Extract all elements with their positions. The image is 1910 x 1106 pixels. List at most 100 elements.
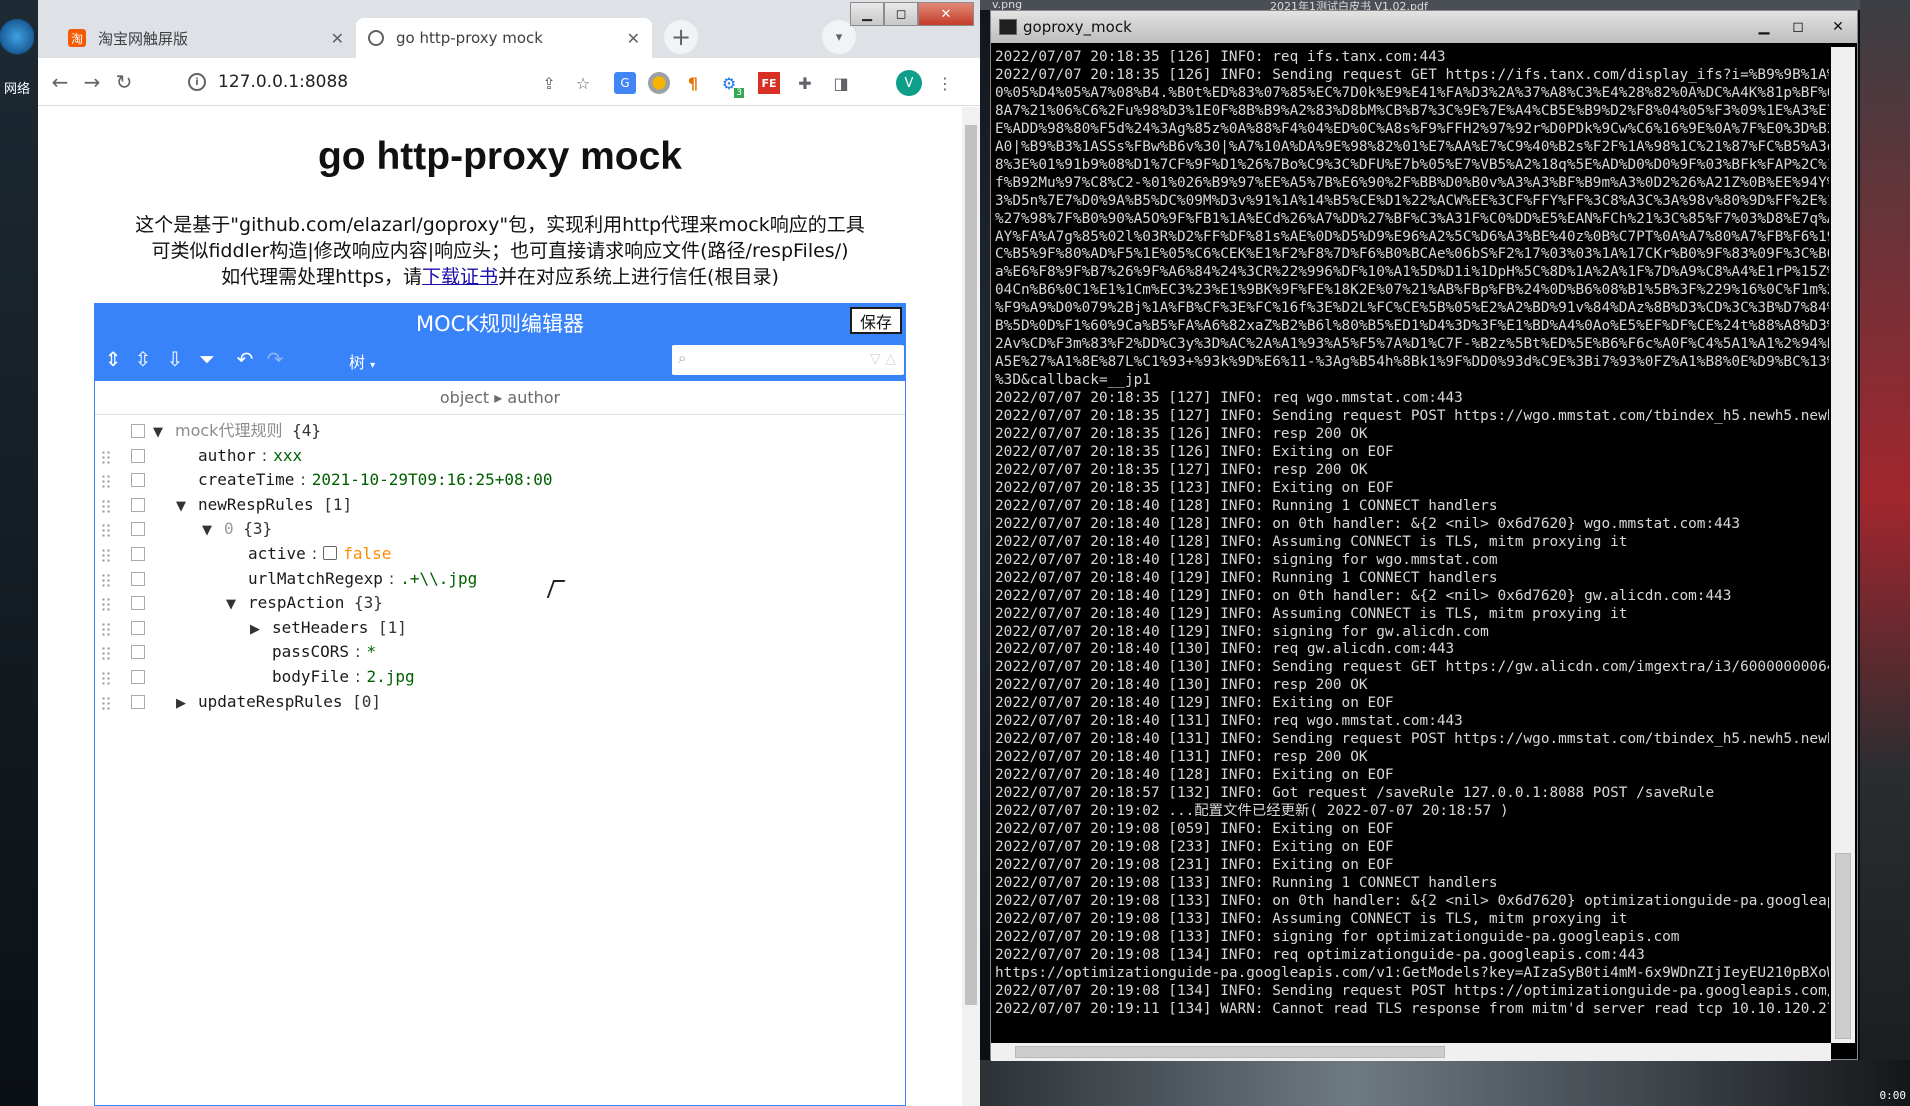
mode-label: 树 [349, 353, 366, 372]
minimize-button[interactable]: ▁ [850, 2, 884, 26]
redo-icon[interactable]: ↷ [261, 345, 289, 373]
tree-value[interactable]: .+\\.jpg [400, 569, 477, 588]
terminal-line: 8%3E%01%91b9%08%D1%7CF%9F%D1%26%7Bo%C9%3… [995, 156, 1829, 173]
terminal-scrollbar-thumb[interactable] [1835, 853, 1851, 1039]
search-nav-arrows-icon[interactable]: ▽ △ [870, 351, 896, 367]
mode-selector[interactable]: 树 ▾ [349, 349, 375, 373]
terminal-line: %27%98%7F%B0%90%A5O%9F%FB1%1A%ECd%26%A7%… [995, 210, 1829, 227]
active-checkbox[interactable] [323, 546, 338, 560]
context-menu-icon[interactable] [131, 645, 145, 660]
tree-value[interactable]: xxx [273, 446, 302, 465]
context-menu-icon[interactable] [131, 448, 145, 463]
desktop-left-strip: 网络 [0, 0, 38, 1106]
save-button[interactable]: 保存 [850, 307, 902, 334]
page-scrollbar[interactable] [962, 107, 980, 1106]
terminal-horizontal-scrollbar[interactable] [991, 1043, 1831, 1061]
share-icon[interactable]: ⇪ [538, 72, 560, 94]
terminal-line: 2022/07/07 20:19:08 [233] INFO: Exiting … [995, 838, 1394, 855]
search-box[interactable]: ⌕ ▽ △ [672, 345, 904, 375]
close-icon[interactable]: ✕ [627, 29, 640, 48]
terminal-line: 2022/07/07 20:19:02 ...配置文件已经更新( 2022-07… [995, 803, 1509, 820]
drag-handle-icon[interactable] [101, 646, 111, 661]
maximize-button[interactable]: ◻ [1781, 17, 1815, 37]
translate-extension-icon[interactable]: G [614, 72, 636, 94]
terminal-output[interactable]: 2022/07/07 20:18:35 [126] INFO: req ifs.… [995, 49, 1829, 1041]
paragraph-extension-icon[interactable]: ¶ [682, 72, 704, 94]
minimize-button[interactable]: ▁ [1747, 17, 1781, 37]
close-window-button[interactable]: ✕ [918, 2, 974, 26]
more-menu-icon[interactable]: ⋮ [934, 72, 956, 94]
terminal-line: 2022/07/07 20:18:40 [131] INFO: req wgo.… [995, 713, 1463, 730]
maximize-button[interactable]: ◻ [884, 2, 918, 26]
terminal-line: 2Av%CD%F3m%83%F2%DD%C3y%3D%AC%2A%A1%93%A… [995, 336, 1829, 353]
terminal-line: 2022/07/07 20:18:40 [129] INFO: signing … [995, 623, 1489, 640]
terminal-line: 2022/07/07 20:18:57 [132] INFO: Got requ… [995, 785, 1715, 802]
forward-icon[interactable]: → [78, 68, 106, 96]
drag-handle-icon[interactable] [101, 671, 111, 685]
context-menu-icon[interactable] [131, 497, 145, 512]
context-menu-icon[interactable] [131, 522, 145, 537]
drag-handle-icon[interactable] [101, 621, 111, 636]
new-tab-button[interactable]: + [664, 20, 698, 54]
tree-value[interactable]: 2.jpg [366, 667, 414, 686]
description-line: 如代理需处理https，请下载证书并在对应系统上进行信任(根目录) [38, 264, 962, 290]
undo-icon[interactable]: ↶ [231, 345, 259, 373]
terminal-line: 2022/07/07 20:19:08 [134] INFO: Sending … [995, 982, 1829, 999]
context-menu-icon[interactable] [131, 694, 145, 709]
sort-icon[interactable]: ⇩ [161, 345, 189, 373]
browser-window: 淘 淘宝网触屏版 ✕ go http-proxy mock ✕ + ▾ ▁ ◻ … [38, 0, 980, 1106]
download-cert-link[interactable]: 下载证书 [422, 266, 498, 288]
filter-icon[interactable]: ⏷ [193, 345, 221, 373]
page-scrollbar-thumb[interactable] [965, 125, 977, 1005]
tab-goproxy-mock[interactable]: go http-proxy mock ✕ [356, 18, 652, 58]
extension-badge: 3 [734, 88, 744, 98]
puzzle-extensions-icon[interactable]: ✚ [794, 72, 816, 94]
bookmark-star-icon[interactable]: ☆ [572, 72, 594, 94]
tree-key: createTime [198, 470, 295, 490]
close-icon[interactable]: ✕ [331, 29, 344, 48]
desktop-icon-label: 网络 [4, 82, 31, 97]
drag-handle-icon[interactable] [101, 572, 111, 587]
gear-extension-icon[interactable]: ⚙ 3 [718, 72, 744, 98]
drag-handle-icon[interactable] [101, 548, 111, 562]
tree-value[interactable]: 2021-10-29T09:16:25+08:00 [312, 470, 553, 489]
drag-handle-icon[interactable] [101, 498, 111, 513]
site-info-icon[interactable]: i [188, 73, 206, 91]
tree-key: setHeaders [272, 617, 369, 637]
back-icon[interactable]: ← [46, 68, 74, 96]
drag-handle-icon[interactable] [101, 597, 111, 612]
drag-handle-icon[interactable] [101, 449, 111, 464]
terminal-line: 0%05%D4%05%A7%08%B4.%B0t%ED%83%07%85%EC%… [995, 84, 1829, 101]
terminal-line: 2022/07/07 20:18:40 [128] INFO: on 0th h… [995, 515, 1741, 532]
expand-all-icon[interactable]: ⇕ [99, 345, 127, 373]
terminal-vertical-scrollbar[interactable] [1831, 47, 1855, 1043]
tree-value[interactable]: false [343, 544, 391, 563]
tree-row[interactable]: ▶ updateRespRules [0] [95, 687, 905, 717]
reload-icon[interactable]: ↻ [110, 68, 138, 96]
context-menu-icon[interactable] [131, 424, 145, 438]
context-menu-icon[interactable] [131, 473, 145, 488]
side-panel-icon[interactable]: ◨ [830, 72, 852, 94]
page-viewport: go http-proxy mock 这个是基于"github.com/elaz… [38, 107, 962, 1106]
profile-avatar[interactable]: V [896, 70, 922, 96]
drag-handle-icon[interactable] [101, 523, 111, 538]
terminal-line: %F9%A9%D0%079%2Bj%1A%FB%CF%3E%FC%16f%3E%… [995, 300, 1829, 317]
desktop-wallpaper-right [1860, 0, 1910, 1106]
tree-value[interactable]: * [366, 642, 376, 661]
context-menu-icon[interactable] [131, 571, 145, 586]
drag-handle-icon[interactable] [101, 695, 111, 710]
close-window-button[interactable]: ✕ [1821, 17, 1855, 37]
drag-handle-icon[interactable] [101, 474, 111, 489]
context-menu-icon[interactable] [131, 670, 145, 684]
terminal-scrollbar-thumb[interactable] [1015, 1046, 1445, 1058]
context-menu-icon[interactable] [131, 547, 145, 561]
tab-taobao[interactable]: 淘 淘宝网触屏版 ✕ [56, 18, 356, 58]
network-icon[interactable] [0, 16, 34, 62]
collapse-all-icon[interactable]: ⇳ [129, 345, 157, 373]
context-menu-icon[interactable] [131, 596, 145, 611]
context-menu-icon[interactable] [131, 620, 145, 635]
color-extension-icon[interactable] [648, 72, 670, 94]
collapsed-triangle-icon[interactable]: ▶ [176, 689, 198, 719]
fe-extension-icon[interactable]: FE [758, 72, 780, 94]
terminal-line: 2022/07/07 20:18:35 [127] INFO: resp 200… [995, 461, 1368, 478]
